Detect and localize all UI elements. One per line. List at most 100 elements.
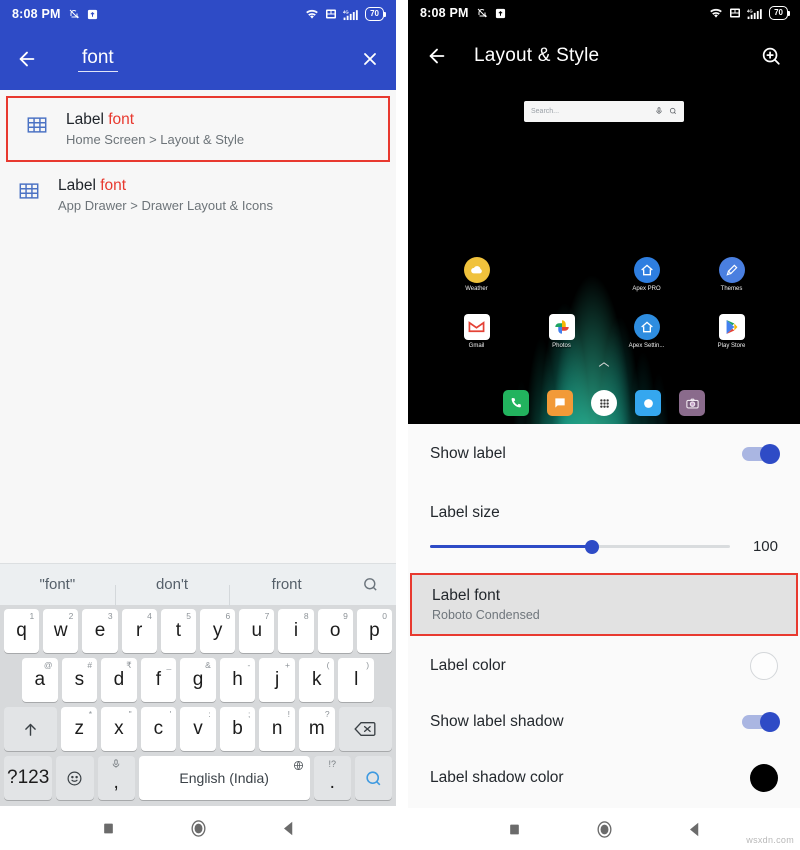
key-g[interactable]: & g (180, 658, 216, 702)
suggestion-2[interactable]: front (229, 576, 344, 607)
camera-icon[interactable] (679, 390, 705, 417)
slider-thumb[interactable] (585, 539, 599, 554)
key-m[interactable]: ? m (298, 707, 335, 751)
phone-icon[interactable] (503, 390, 529, 417)
right-phone-panel: 8:08 PM 4G 70 Layout & Style Search... W… (408, 0, 800, 850)
key-t[interactable]: 5t (160, 609, 196, 653)
key-x[interactable]: " x (101, 707, 137, 751)
key-r[interactable]: 4r (121, 609, 157, 653)
key-label: j (275, 669, 280, 690)
result-title: Label font (58, 177, 273, 195)
search-result-item-label-font-drawer[interactable]: Label font App Drawer > Drawer Layout & … (0, 164, 396, 226)
key-i[interactable]: 8i (278, 609, 314, 653)
search-zoom-icon[interactable] (760, 45, 782, 67)
key-z[interactable]: * z (61, 707, 98, 751)
triangle-back-icon[interactable] (688, 822, 701, 837)
vpn-icon (325, 8, 337, 20)
key-hint: 5 (186, 611, 191, 621)
key-h[interactable]: -h (219, 658, 256, 702)
key-hint: @ (43, 660, 53, 670)
suggestion-1[interactable]: don't (114, 576, 230, 607)
circle-home-icon[interactable] (595, 820, 614, 839)
app-icon-weather[interactable]: Weather (434, 256, 519, 292)
key-y[interactable]: 6y (200, 609, 236, 653)
setting-row-show-label[interactable]: Show label (408, 428, 800, 480)
emoji-smiley-icon[interactable] (56, 756, 94, 800)
suggestion-0[interactable]: "font" (0, 576, 115, 593)
setting-row-show-label-shadow[interactable]: Show label shadow (408, 696, 800, 748)
key-v[interactable]: :v (180, 707, 216, 751)
app-icon-gmail[interactable]: Gmail (434, 313, 519, 349)
key-k[interactable]: (k (298, 658, 335, 702)
period-key[interactable]: !? . (313, 756, 351, 800)
app-icon-apex-settings[interactable]: Apex Settin... (604, 313, 689, 349)
key-w[interactable]: 2w (43, 609, 79, 653)
key-label: w (53, 620, 68, 641)
settings-list: Show label Label size 100 Label font Rob… (408, 424, 800, 809)
key-label: . (329, 772, 335, 793)
key-e[interactable]: 3e (82, 609, 118, 653)
key-u[interactable]: 7u (239, 609, 275, 653)
keyboard-row-1: 1q 2w 3e 4r 5t 6y 7u 8i 9o 0p (2, 609, 394, 653)
toggle-switch-show-label-shadow[interactable] (742, 712, 780, 733)
result-title-prefix: Label (66, 111, 109, 128)
toggle-switch-show-label[interactable] (742, 444, 780, 465)
search-result-item-label-font-home[interactable]: Label font Home Screen > Layout & Style (6, 96, 390, 162)
key-l[interactable]: ) l (338, 658, 375, 702)
microphone-icon (655, 102, 663, 120)
key-a[interactable]: @ a (21, 658, 58, 702)
app-icon-themes[interactable]: Themes (689, 256, 774, 292)
browser-icon[interactable] (635, 390, 661, 417)
right-status-bar: 8:08 PM 4G 70 (408, 0, 800, 27)
key-n[interactable]: ! n (259, 707, 295, 751)
symbols-key[interactable]: ?123 (4, 756, 53, 800)
label-size-slider[interactable] (430, 539, 730, 554)
app-icon-play-store[interactable]: Play Store (689, 313, 774, 349)
label-size-value: 100 (752, 538, 778, 556)
key-label: t (175, 620, 182, 641)
app-drawer-icon[interactable] (591, 390, 617, 417)
setting-row-label-color[interactable]: Label color (408, 636, 800, 696)
search-icon[interactable] (344, 576, 396, 593)
key-q[interactable]: 1q (3, 609, 40, 653)
key-p[interactable]: 0p (356, 609, 393, 653)
search-input[interactable]: font (54, 47, 344, 72)
setting-row-label-shadow-color[interactable]: Label shadow color (408, 748, 800, 808)
search-icon[interactable] (354, 756, 392, 800)
back-arrow-icon[interactable] (16, 48, 38, 70)
key-j[interactable]: + j (259, 658, 295, 702)
setting-row-label-font[interactable]: Label font Roboto Condensed (410, 573, 798, 637)
shift-up-arrow-icon[interactable] (4, 707, 58, 751)
color-swatch-label-shadow-color[interactable] (750, 764, 778, 793)
key-b[interactable]: ; b (219, 707, 256, 751)
setting-text-block: Label font Roboto Condensed (432, 587, 540, 622)
square-recents-icon[interactable] (508, 823, 521, 836)
key-hint: 1 (29, 611, 35, 621)
circle-home-icon[interactable] (189, 819, 208, 838)
key-f[interactable]: _ f (140, 658, 177, 702)
google-search-widget[interactable]: Search... (524, 100, 684, 122)
key-c[interactable]: ' c (140, 707, 177, 751)
backspace-icon[interactable] (338, 707, 392, 751)
signal-4g-icon: 4G (747, 7, 763, 20)
label-size-slider-row: 100 (408, 532, 800, 573)
close-icon[interactable] (360, 49, 380, 69)
comma-key[interactable]: , (97, 756, 135, 800)
setting-label: Label shadow color (430, 769, 564, 787)
key-d[interactable]: ₹ d (101, 658, 137, 702)
space-key[interactable]: English (India) (138, 756, 310, 800)
messages-icon[interactable] (547, 390, 573, 417)
triangle-back-icon[interactable] (282, 821, 295, 836)
gmail-icon (463, 313, 490, 340)
back-arrow-icon[interactable] (426, 45, 448, 67)
keyboard-suggestion-strip: "font" don't front (0, 563, 396, 607)
key-hint: " (128, 709, 132, 719)
app-icon-photos[interactable]: Photos (519, 313, 604, 349)
app-icon-apex-pro[interactable]: Apex PRO (604, 256, 689, 292)
square-recents-icon[interactable] (102, 822, 115, 835)
key-s[interactable]: # s (61, 658, 98, 702)
globe-icon (293, 760, 304, 773)
key-label: a (34, 669, 46, 690)
color-swatch-label-color[interactable] (750, 652, 778, 681)
key-o[interactable]: 9o (317, 609, 353, 653)
